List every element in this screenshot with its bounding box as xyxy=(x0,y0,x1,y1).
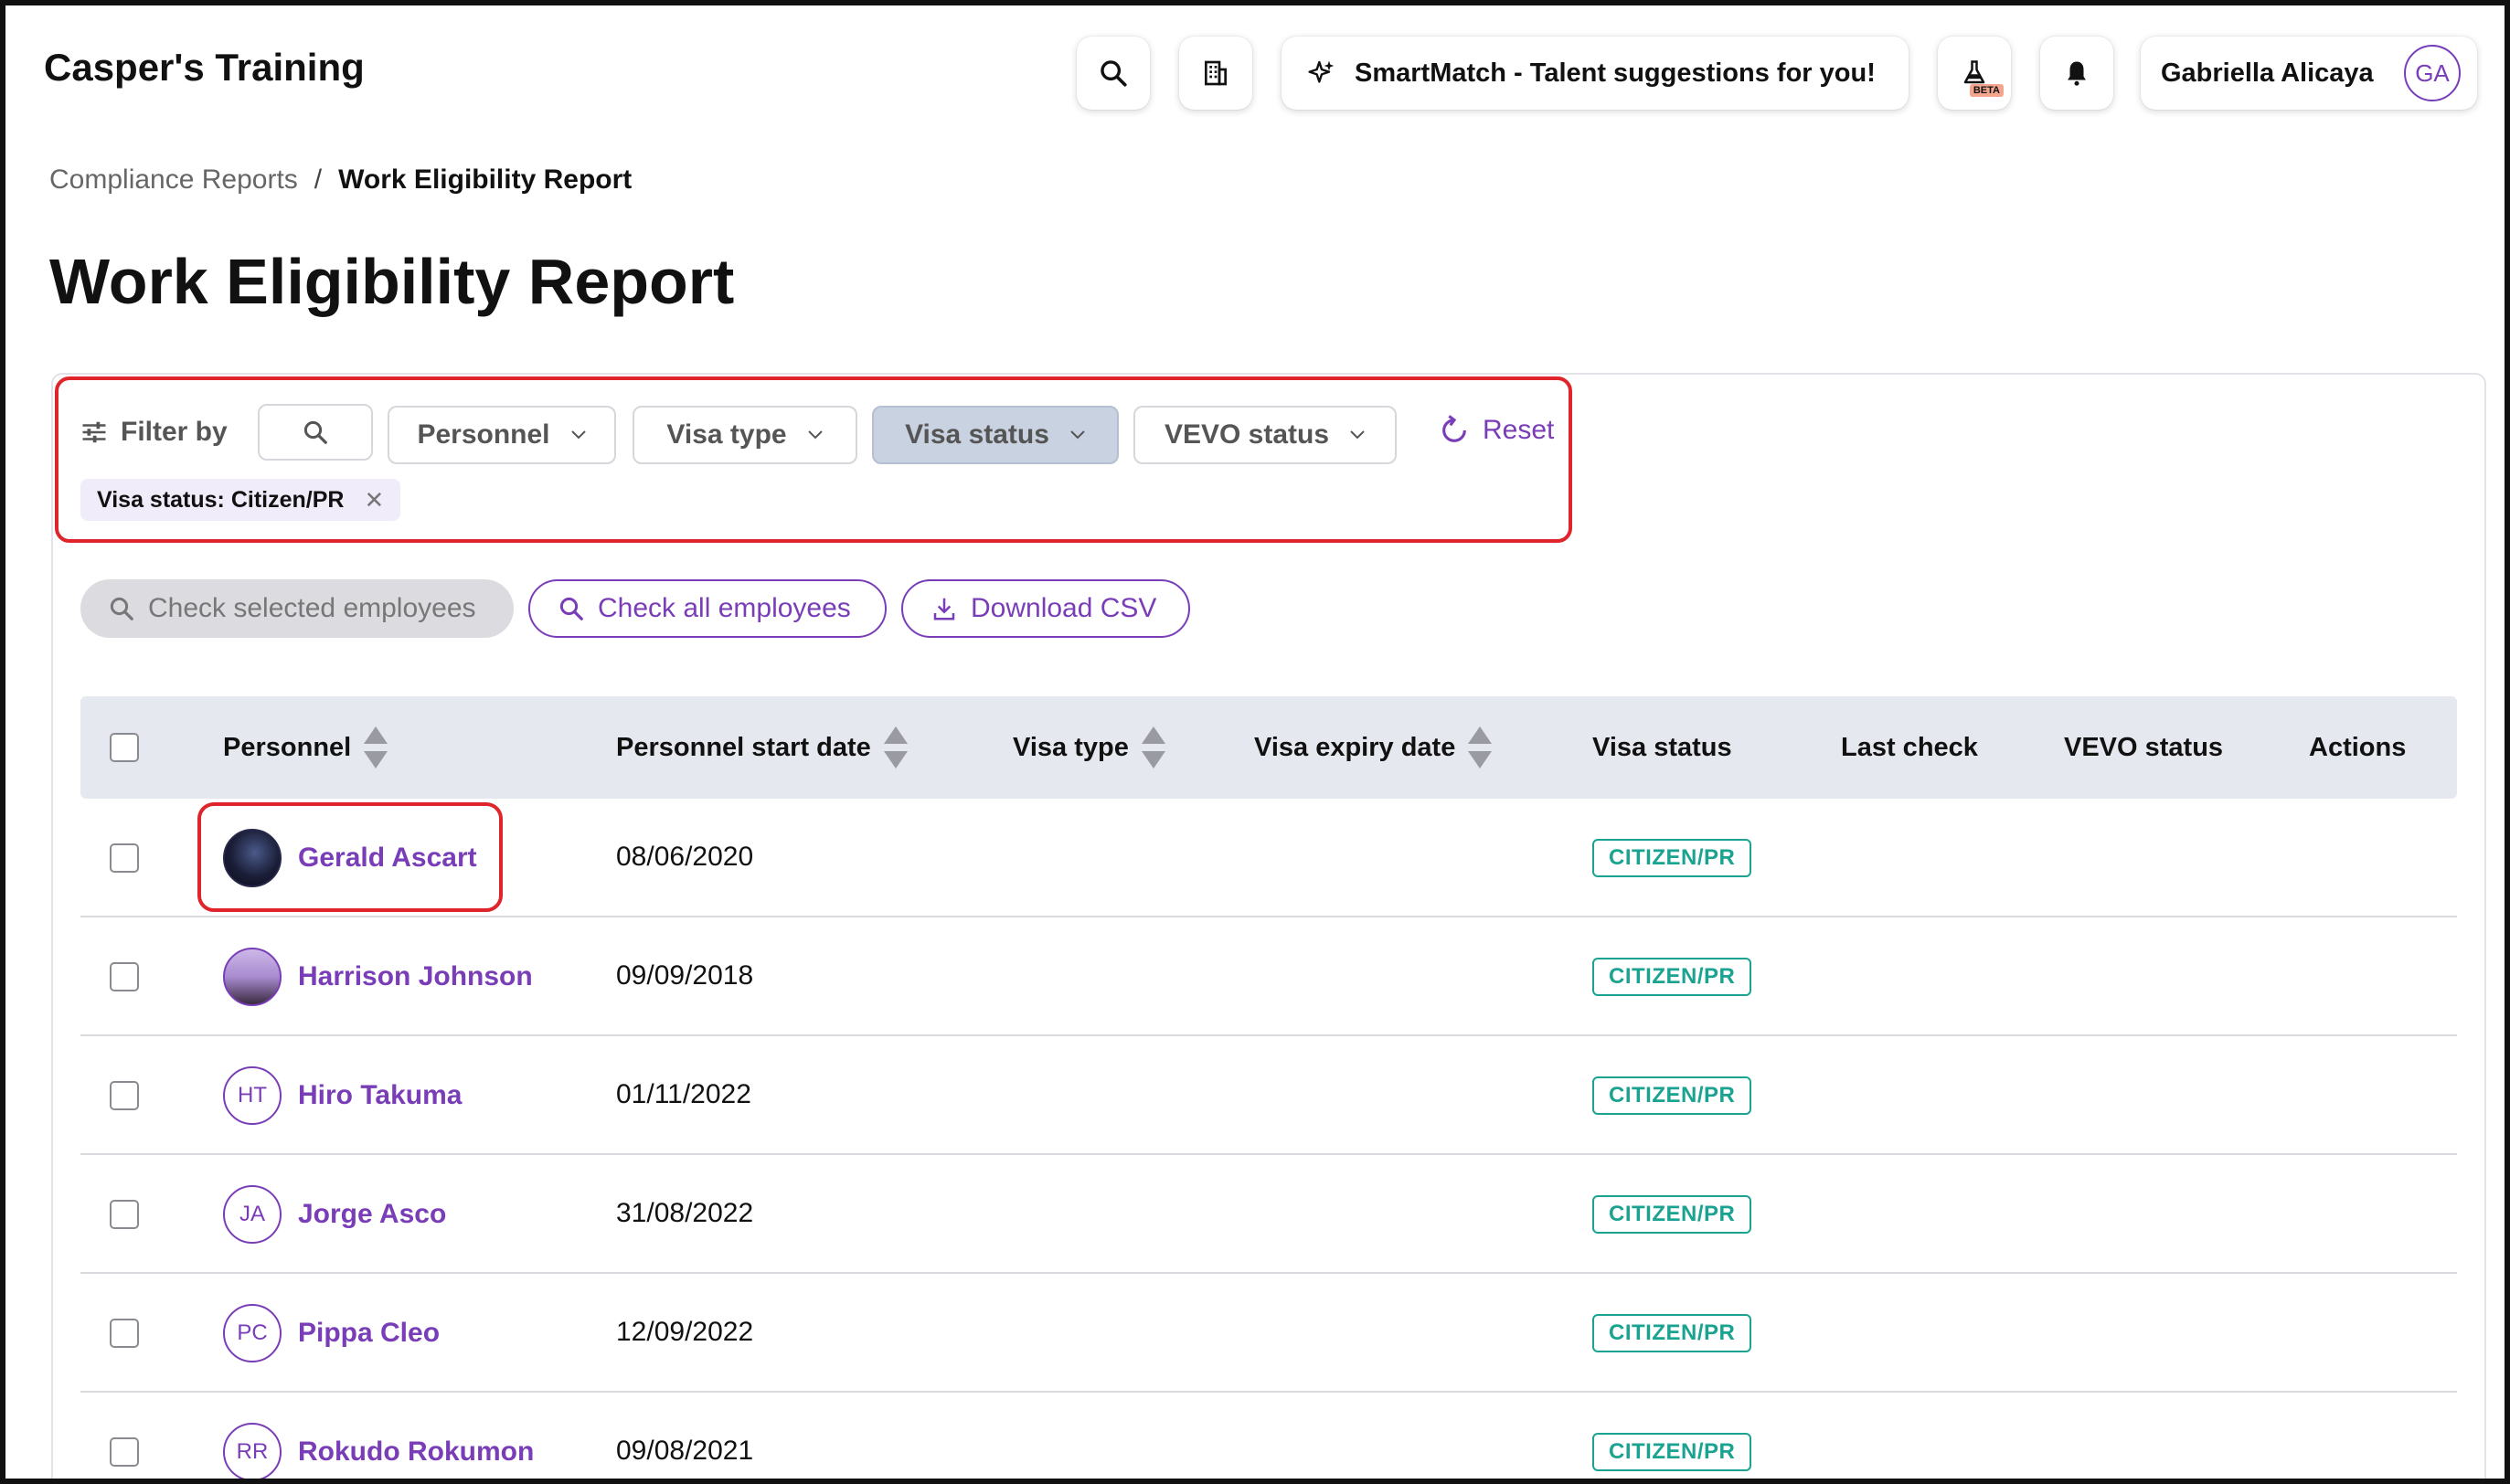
breadcrumb: Compliance Reports / Work Eligibility Re… xyxy=(49,164,632,196)
breadcrumb-current: Work Eligibility Report xyxy=(338,164,633,195)
status-badge: CITIZEN/PR xyxy=(1592,958,1752,996)
download-csv-label: Download CSV xyxy=(971,593,1157,623)
personnel-cell[interactable]: JA Jorge Asco xyxy=(223,1185,446,1244)
smartmatch-button[interactable]: SmartMatch - Talent suggestions for you! xyxy=(1282,37,1909,110)
personnel-cell[interactable]: Harrison Johnson xyxy=(223,948,533,1006)
sort-icon[interactable] xyxy=(1141,726,1165,768)
column-label: Actions xyxy=(2309,732,2407,762)
column-label: Visa status xyxy=(1592,732,1732,762)
search-button[interactable] xyxy=(1077,37,1150,110)
row-checkbox[interactable] xyxy=(110,1319,139,1348)
avatar: PC xyxy=(223,1304,282,1362)
search-icon xyxy=(559,597,583,620)
name-highlight-outline xyxy=(197,802,503,912)
table-header: Personnel Personnel start date Visa type… xyxy=(80,696,2457,799)
download-icon xyxy=(933,598,955,620)
row-checkbox[interactable] xyxy=(110,1437,139,1467)
column-label: Personnel start date xyxy=(616,732,871,762)
check-selected-employees-button[interactable]: Check selected employees xyxy=(80,579,514,638)
check-all-employees-button[interactable]: Check all employees xyxy=(528,579,887,638)
row-checkbox[interactable] xyxy=(110,1200,139,1229)
row-checkbox[interactable] xyxy=(110,1081,139,1110)
column-header-visa-status: Visa status xyxy=(1592,696,1732,799)
table-row: PC Pippa Cleo 12/09/2022 CITIZEN/PR xyxy=(80,1274,2457,1393)
personnel-name-link[interactable]: Jorge Asco xyxy=(298,1199,446,1230)
avatar: JA xyxy=(223,1185,282,1244)
column-label: Personnel xyxy=(223,732,352,762)
personnel-name-link[interactable]: Hiro Takuma xyxy=(298,1080,463,1111)
avatar xyxy=(223,948,282,1006)
column-header-actions: Actions xyxy=(2309,696,2406,799)
status-badge: CITIZEN/PR xyxy=(1592,1076,1752,1115)
personnel-cell[interactable]: RR Rokudo Rokumon xyxy=(223,1423,534,1479)
table-row: RR Rokudo Rokumon 09/08/2021 CITIZEN/PR xyxy=(80,1393,2457,1479)
table-row: Harrison Johnson 09/09/2018 CITIZEN/PR xyxy=(80,917,2457,1036)
column-header-vevo-status: VEVO status xyxy=(2064,696,2223,799)
avatar: RR xyxy=(223,1423,282,1479)
column-label: VEVO status xyxy=(2064,732,2224,762)
search-icon xyxy=(1101,60,1127,87)
app-window: Casper's Training SmartMatch - Talent su… xyxy=(0,0,2510,1484)
column-header-start-date[interactable]: Personnel start date xyxy=(616,696,908,799)
search-icon xyxy=(110,597,133,620)
avatar: HT xyxy=(223,1066,282,1125)
app-title: Casper's Training xyxy=(44,46,365,89)
column-header-visa-type[interactable]: Visa type xyxy=(1013,696,1165,799)
labs-beta-button[interactable]: BETA xyxy=(1938,37,2011,110)
column-header-last-check: Last check xyxy=(1841,696,1978,799)
building-icon xyxy=(1205,60,1227,86)
status-badge: CITIZEN/PR xyxy=(1592,1195,1752,1234)
notifications-button[interactable] xyxy=(2040,37,2113,110)
page-title: Work Eligibility Report xyxy=(49,246,735,317)
column-label: Last check xyxy=(1841,732,1978,762)
column-header-personnel[interactable]: Personnel xyxy=(223,696,388,799)
check-all-label: Check all employees xyxy=(598,593,851,623)
start-date: 01/11/2022 xyxy=(616,1079,751,1109)
column-header-visa-expiry[interactable]: Visa expiry date xyxy=(1254,696,1493,799)
smartmatch-label: SmartMatch - Talent suggestions for you! xyxy=(1355,58,1876,88)
beta-badge: BETA xyxy=(1969,84,2004,97)
start-date: 09/09/2018 xyxy=(616,960,754,991)
bell-icon xyxy=(2068,61,2086,86)
column-label: Visa expiry date xyxy=(1254,732,1456,762)
status-badge: CITIZEN/PR xyxy=(1592,1433,1752,1471)
user-name: Gabriella Alicaya xyxy=(2161,58,2374,88)
sparkle-icon xyxy=(1308,60,1335,83)
personnel-name-link[interactable]: Pippa Cleo xyxy=(298,1318,440,1349)
check-selected-label: Check selected employees xyxy=(148,593,476,623)
user-avatar: GA xyxy=(2404,45,2461,101)
status-badge: CITIZEN/PR xyxy=(1592,1314,1752,1352)
select-all-checkbox[interactable] xyxy=(110,733,139,762)
download-csv-button[interactable]: Download CSV xyxy=(901,579,1190,638)
breadcrumb-separator: / xyxy=(314,164,323,195)
row-checkbox[interactable] xyxy=(110,843,139,873)
sort-icon[interactable] xyxy=(1468,726,1493,768)
personnel-name-link[interactable]: Rokudo Rokumon xyxy=(298,1436,534,1468)
column-label: Visa type xyxy=(1013,732,1129,762)
personnel-name-link[interactable]: Harrison Johnson xyxy=(298,961,533,992)
breadcrumb-compliance-reports[interactable]: Compliance Reports xyxy=(49,164,298,196)
row-checkbox[interactable] xyxy=(110,962,139,991)
filter-highlight-outline xyxy=(55,376,1572,543)
start-date: 12/09/2022 xyxy=(616,1317,754,1347)
table-row: HT Hiro Takuma 01/11/2022 CITIZEN/PR xyxy=(80,1036,2457,1155)
sort-icon[interactable] xyxy=(883,726,908,768)
table-row: JA Jorge Asco 31/08/2022 CITIZEN/PR xyxy=(80,1155,2457,1274)
organisation-button[interactable] xyxy=(1179,37,1252,110)
status-badge: CITIZEN/PR xyxy=(1592,839,1752,877)
start-date: 09/08/2021 xyxy=(616,1436,754,1466)
start-date: 31/08/2022 xyxy=(616,1198,754,1228)
personnel-cell[interactable]: PC Pippa Cleo xyxy=(223,1304,440,1362)
sort-icon[interactable] xyxy=(364,726,388,768)
personnel-cell[interactable]: HT Hiro Takuma xyxy=(223,1066,463,1125)
start-date: 08/06/2020 xyxy=(616,842,754,872)
user-menu[interactable]: Gabriella Alicaya GA xyxy=(2141,37,2477,110)
